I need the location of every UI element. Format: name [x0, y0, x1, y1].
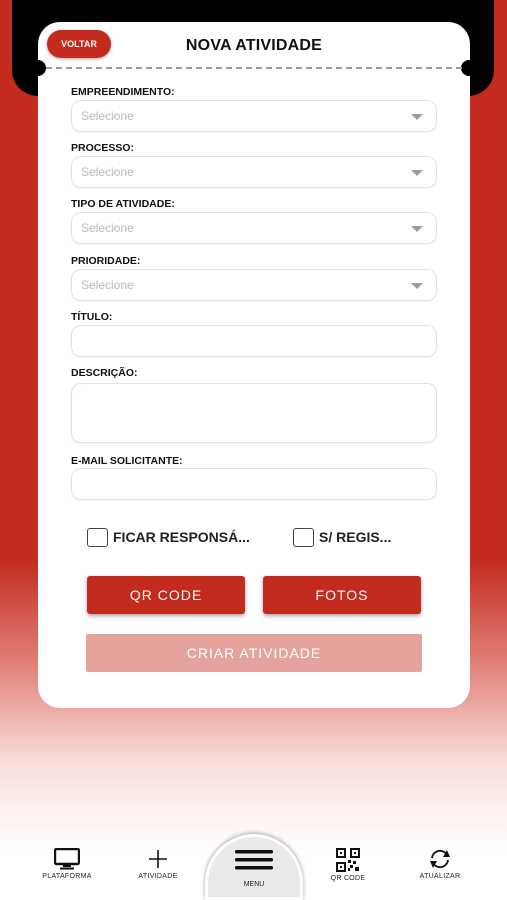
ticket-notch-right [461, 60, 477, 76]
checkbox-ficar-responsavel[interactable]: FICAR RESPONSÁ... [87, 526, 250, 548]
nav-item-label: ATUALIZAR [419, 873, 461, 880]
qr-code-icon [336, 848, 360, 872]
nav-item-label: ATIVIDADE [138, 873, 178, 880]
chevron-down-icon [411, 226, 423, 232]
tipo-atividade-select[interactable]: Selecione [71, 212, 437, 244]
nav-item-label: MENU [243, 881, 265, 888]
tipo-atividade-label: TIPO DE ATIVIDADE: [71, 198, 175, 210]
chevron-down-icon [411, 283, 423, 289]
plus-icon [149, 850, 167, 868]
checkbox-sem-registro[interactable]: S/ REGIS... [293, 526, 391, 548]
email-label: E-MAIL SOLICITANTE: [71, 455, 183, 467]
prioridade-select[interactable]: Selecione [71, 269, 437, 301]
processo-label: PROCESSO: [71, 142, 135, 154]
criar-atividade-button[interactable]: CRIAR ATIVIDADE [86, 634, 422, 672]
nav-item-label: QR CODE [330, 875, 366, 882]
checkbox-box[interactable] [87, 527, 108, 547]
processo-select[interactable]: Selecione [71, 156, 437, 188]
empreendimento-placeholder: Selecione [81, 109, 134, 123]
tipo-atividade-placeholder: Selecione [81, 221, 134, 235]
checkbox-box[interactable] [293, 527, 314, 547]
page-title: NOVA ATIVIDADE [185, 37, 323, 54]
ticket-notch-left [30, 60, 46, 76]
empreendimento-label: EMPREENDIMENTO: [71, 86, 175, 98]
nav-item-menu[interactable]: MENU [214, 848, 294, 888]
chevron-down-icon [411, 170, 423, 176]
nav-item-label: PLATAFORMA [42, 873, 92, 880]
nav-item-plataforma[interactable]: PLATAFORMA [27, 848, 107, 880]
refresh-icon [430, 849, 450, 869]
nav-item-atualizar[interactable]: ATUALIZAR [400, 848, 480, 880]
checkbox-ficar-responsavel-label: FICAR RESPONSÁ... [113, 529, 250, 545]
titulo-label: TÍTULO: [71, 311, 113, 323]
monitor-icon [54, 848, 80, 870]
prioridade-placeholder: Selecione [81, 278, 134, 292]
descricao-label: DESCRIÇÃO: [71, 367, 138, 379]
dashed-divider [46, 67, 462, 69]
checkbox-sem-registro-label: S/ REGIS... [319, 529, 392, 545]
email-input[interactable] [71, 468, 437, 500]
titulo-input[interactable] [71, 325, 437, 357]
chevron-down-icon [411, 114, 423, 120]
nav-item-qr-code[interactable]: QR CODE [308, 848, 388, 882]
fotos-button[interactable]: FOTOS [263, 576, 421, 614]
qr-code-button[interactable]: QR CODE [87, 576, 245, 614]
prioridade-label: PRIORIDADE: [71, 255, 141, 267]
hamburger-icon [235, 850, 273, 870]
nav-item-atividade[interactable]: ATIVIDADE [118, 848, 198, 880]
empreendimento-select[interactable]: Selecione [71, 100, 437, 132]
processo-placeholder: Selecione [81, 165, 134, 179]
descricao-textarea[interactable] [71, 383, 437, 443]
back-button[interactable]: VOLTAR [47, 30, 111, 58]
